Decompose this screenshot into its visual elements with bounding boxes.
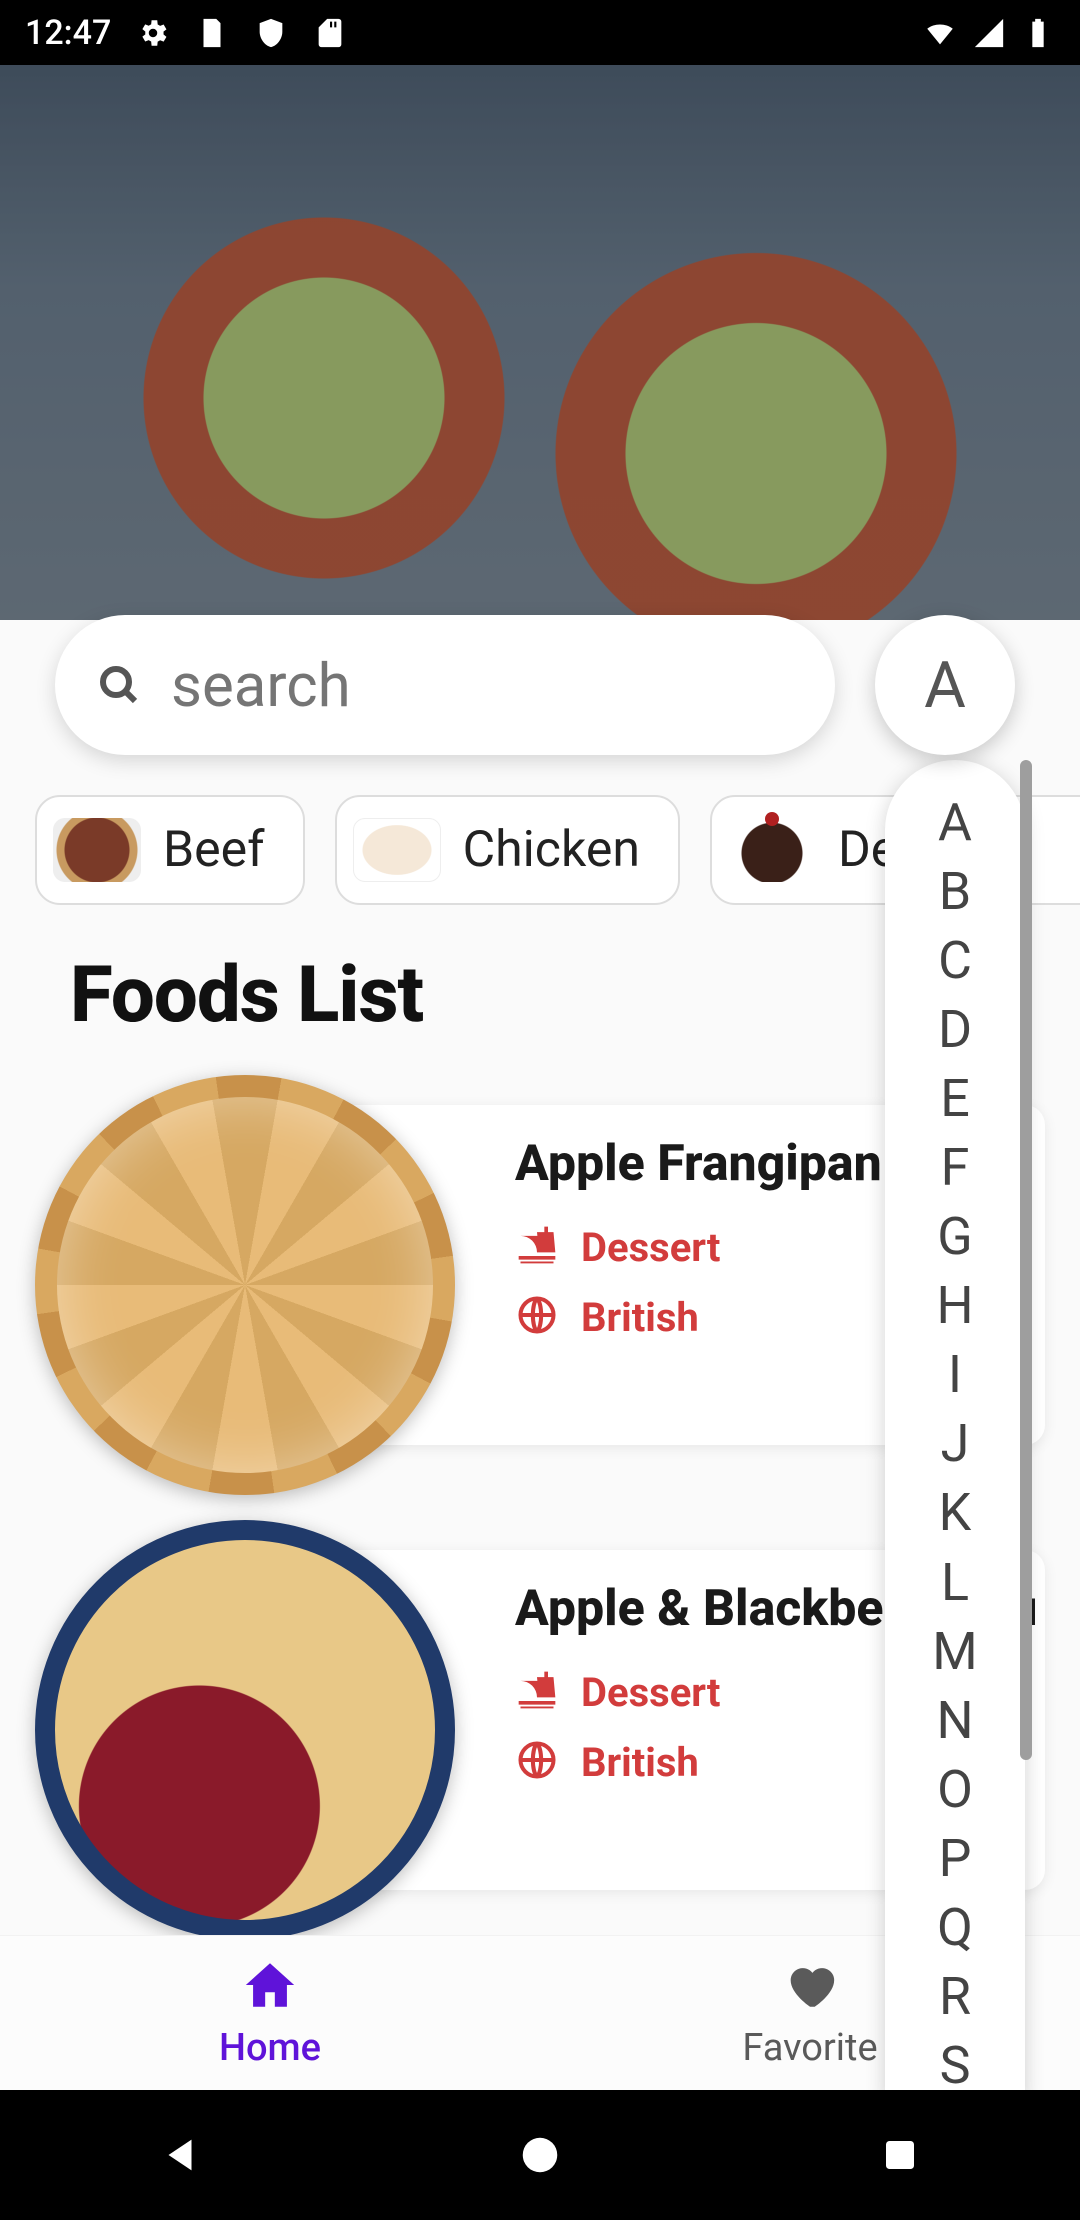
alpha-index-item[interactable]: O xyxy=(885,1755,1025,1824)
nav-label: Home xyxy=(219,2026,321,2070)
category-label: Chicken xyxy=(463,821,640,879)
alpha-index-item[interactable]: P xyxy=(885,1824,1025,1893)
alpha-index-item[interactable]: K xyxy=(885,1478,1025,1547)
android-nav-bar xyxy=(0,2090,1080,2220)
current-letter-badge[interactable]: A xyxy=(875,615,1015,755)
category-chip-chicken[interactable]: Chicken xyxy=(335,795,680,905)
android-recent-button[interactable] xyxy=(868,2123,932,2187)
alpha-index-item[interactable]: C xyxy=(885,926,1025,995)
alpha-index-item[interactable]: Q xyxy=(885,1893,1025,1962)
food-image xyxy=(35,1075,455,1495)
alpha-index-item[interactable]: H xyxy=(885,1271,1025,1340)
wifi-icon xyxy=(923,16,957,50)
nav-home[interactable]: Home xyxy=(0,1936,540,2090)
category-chip-beef[interactable]: Beef xyxy=(35,795,305,905)
alpha-index-panel[interactable]: A B C D E F G H I J K L M N O P Q R S xyxy=(885,760,1025,2090)
alpha-index-item[interactable]: B xyxy=(885,857,1025,926)
alpha-index-item[interactable]: S xyxy=(885,2031,1025,2090)
hero-image xyxy=(0,65,1080,620)
search-input[interactable] xyxy=(171,650,931,721)
section-title: Foods List xyxy=(70,950,423,1041)
food-category: Dessert xyxy=(581,1669,720,1716)
globe-icon xyxy=(515,1293,559,1341)
device-frame: 12:47 xyxy=(0,0,1080,2220)
settings-gear-icon xyxy=(136,16,170,50)
alpha-index-item[interactable]: G xyxy=(885,1202,1025,1271)
alpha-index-item[interactable]: A xyxy=(885,788,1025,857)
alpha-index-item[interactable]: J xyxy=(885,1409,1025,1478)
alpha-index-item[interactable]: I xyxy=(885,1340,1025,1409)
alpha-index-item[interactable]: R xyxy=(885,1962,1025,2031)
category-image xyxy=(53,818,141,882)
alpha-index-item[interactable]: F xyxy=(885,1133,1025,1202)
globe-icon xyxy=(515,1738,559,1786)
fastfood-icon xyxy=(515,1223,559,1271)
alpha-index-item[interactable]: L xyxy=(885,1548,1025,1617)
alpha-index-item[interactable]: M xyxy=(885,1617,1025,1686)
alpha-index-item[interactable]: N xyxy=(885,1686,1025,1755)
search-bar[interactable] xyxy=(55,615,835,755)
alpha-index-item[interactable]: E xyxy=(885,1064,1025,1133)
search-icon xyxy=(95,661,143,709)
category-image xyxy=(728,818,816,882)
cellular-icon xyxy=(972,16,1006,50)
android-home-button[interactable] xyxy=(508,2123,572,2187)
sd-card-icon xyxy=(313,16,347,50)
status-right xyxy=(923,16,1055,50)
nav-label: Favorite xyxy=(742,2026,877,2070)
clock: 12:47 xyxy=(25,13,111,53)
food-cuisine: British xyxy=(581,1294,699,1341)
shield-icon xyxy=(254,16,288,50)
android-back-button[interactable] xyxy=(148,2123,212,2187)
fastfood-icon xyxy=(515,1668,559,1716)
status-bar: 12:47 xyxy=(0,0,1080,65)
food-category: Dessert xyxy=(581,1224,720,1271)
category-label: Beef xyxy=(163,821,265,879)
battery-icon xyxy=(1021,16,1055,50)
status-left: 12:47 xyxy=(25,13,347,53)
food-cuisine: British xyxy=(581,1739,699,1786)
home-icon xyxy=(241,1956,299,2018)
scrollbar-thumb[interactable] xyxy=(1020,760,1032,1760)
heart-icon xyxy=(781,1956,839,2018)
alpha-index-item[interactable]: D xyxy=(885,995,1025,1064)
app-content: A Beef Chicken Dessert Foods List xyxy=(0,65,1080,2090)
food-image xyxy=(35,1520,455,1940)
category-image xyxy=(353,818,441,882)
document-icon xyxy=(195,16,229,50)
